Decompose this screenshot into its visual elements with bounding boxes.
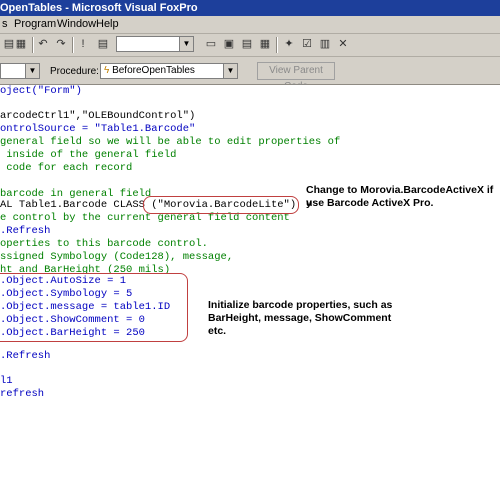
- wizard-icon[interactable]: ✦: [282, 37, 296, 51]
- undo-icon[interactable]: ↶: [36, 37, 50, 51]
- menu-item-program[interactable]: Program: [14, 16, 56, 33]
- redo-icon[interactable]: ↷: [54, 37, 68, 51]
- code-line: arcodeCtrl1","OLEBoundControl"): [0, 110, 196, 122]
- procedure-label: Procedure:: [50, 66, 99, 77]
- dropdown-arrow-icon[interactable]: ▼: [223, 64, 237, 78]
- run-icon[interactable]: !: [76, 37, 90, 51]
- code-line: ssigned Symbology (Code128), message,: [0, 251, 234, 263]
- report-icon[interactable]: ▥: [318, 37, 332, 51]
- code-line: code for each record: [0, 162, 133, 174]
- annotation-highlight-class: [143, 196, 299, 214]
- code-window-icon[interactable]: ▤: [240, 37, 254, 51]
- title-bar: OpenTables - Microsoft Visual FoxPro: [0, 0, 500, 16]
- code-line: general field so we will be able to edit…: [0, 136, 341, 148]
- form-icon[interactable]: ▭: [204, 37, 218, 51]
- print-icon[interactable]: ▦: [14, 37, 28, 51]
- code-line: l1: [0, 375, 13, 387]
- properties-icon[interactable]: ▣: [222, 37, 236, 51]
- tools-icon[interactable]: ✕: [336, 37, 350, 51]
- code-line: .Refresh: [0, 225, 51, 237]
- object-combo[interactable]: ▼: [0, 63, 40, 79]
- menu-item-help[interactable]: Help: [96, 16, 119, 33]
- procedure-value: BeforeOpenTables: [112, 65, 195, 76]
- code-editor[interactable]: oject("Form") arcodeCtrl1","OLEBoundCont…: [0, 85, 500, 500]
- annotation-highlight-properties: [0, 273, 188, 342]
- procedure-combo[interactable]: ϟ BeforeOpenTables ▼: [100, 63, 238, 79]
- annotation-note: Initialize barcode properties, such as: [208, 299, 393, 311]
- code-line: inside of the general field: [0, 149, 177, 161]
- lightning-icon: ϟ: [104, 65, 110, 76]
- standard-toolbar: ▤ ▦ ↶ ↷ ! ▤ ▼ ▭ ▣ ▤ ▦ ✦ ☑ ▥ ✕: [0, 34, 500, 57]
- dropdown-arrow-icon[interactable]: ▼: [179, 37, 193, 51]
- data-environment-icon[interactable]: ▦: [258, 37, 272, 51]
- annotation-note: etc.: [208, 325, 227, 337]
- toolbar-combo[interactable]: ▼: [116, 36, 194, 52]
- code-line: refresh: [0, 388, 45, 400]
- toolbar-separator: [72, 37, 74, 53]
- toolbar-separator: [32, 37, 34, 53]
- code-line: oject("Form"): [0, 85, 82, 97]
- menu-item-partial[interactable]: s: [2, 16, 8, 33]
- toolbar-separator: [276, 37, 278, 53]
- code-line: .Refresh: [0, 350, 51, 362]
- code-line: ontrolSource = "Table1.Barcode": [0, 123, 196, 135]
- code-line: operties to this barcode control.: [0, 238, 208, 250]
- dropdown-arrow-icon[interactable]: ▼: [25, 64, 39, 78]
- view-parent-code-button[interactable]: View Parent Code: [257, 62, 335, 92]
- annotation-note: use Barcode ActiveX Pro.: [306, 197, 434, 209]
- object-procedure-bar: ▼ Procedure: ϟ BeforeOpenTables ▼ View P…: [0, 57, 500, 92]
- modify-form-icon[interactable]: ▤: [96, 37, 110, 51]
- form-control-icon[interactable]: ☑: [300, 37, 314, 51]
- menu-bar: s Program Window Help: [0, 16, 500, 34]
- window-title: OpenTables - Microsoft Visual FoxPro: [0, 2, 198, 14]
- annotation-note: BarHeight, message, ShowComment: [208, 312, 392, 324]
- menu-item-window[interactable]: Window: [57, 16, 96, 33]
